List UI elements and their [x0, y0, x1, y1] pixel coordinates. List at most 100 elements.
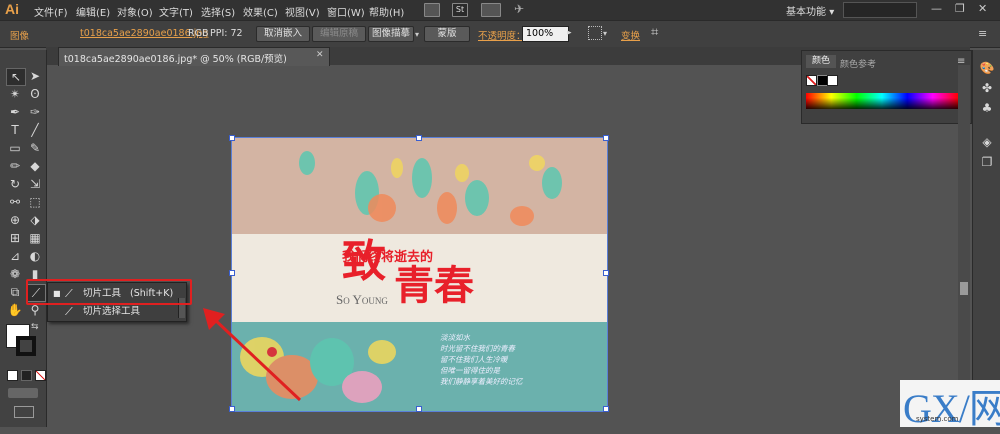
- artboards-panel-icon[interactable]: ❐: [978, 154, 996, 170]
- scale-tool-icon[interactable]: ⇲: [26, 176, 44, 192]
- magic-wand-tool-icon[interactable]: ✴: [6, 86, 24, 102]
- artwork-english-title: So Young: [336, 292, 388, 307]
- menu-file[interactable]: 文件(F): [34, 4, 68, 19]
- menu-object[interactable]: 对象(O): [117, 4, 153, 19]
- poem-line: 淡淡如水: [440, 333, 470, 342]
- arrange-documents-icon[interactable]: [481, 3, 501, 17]
- trace-preset-chevron-icon[interactable]: ▾: [415, 30, 419, 39]
- hand-tool-icon[interactable]: ✋: [6, 302, 24, 318]
- selection-handle[interactable]: [603, 270, 609, 276]
- image-trace-button[interactable]: 图像描摹: [368, 26, 414, 42]
- workspace-switcher[interactable]: 基本功能 ▾: [786, 3, 834, 18]
- paintbrush-tool-icon[interactable]: ✎: [26, 140, 44, 156]
- color-spectrum-shade: [806, 93, 958, 109]
- collapsed-panel-strip: 🎨 ✤ ♣ ◈ ❐: [972, 50, 1000, 427]
- menu-help[interactable]: 帮助(H): [369, 4, 404, 19]
- menu-window[interactable]: 窗口(W): [327, 4, 365, 19]
- menu-view[interactable]: 视图(V): [285, 4, 320, 19]
- scrollbar-thumb[interactable]: [960, 282, 968, 295]
- close-button[interactable]: ✕: [978, 2, 987, 15]
- bridge-icon[interactable]: [424, 3, 440, 17]
- selection-handle[interactable]: [229, 270, 235, 276]
- rectangle-tool-icon[interactable]: ▭: [6, 140, 24, 156]
- tab-color-guide[interactable]: 颜色参考: [840, 57, 876, 70]
- align-chevron-icon[interactable]: ▾: [603, 29, 607, 38]
- toolbox: ↖ ➤ ✴ ʘ ✒ ✑ T ╱ ▭ ✎ ✏ ◆ ↻ ⇲ ⚯ ⬚ ⊕ ⬗ ⊞ ▦ …: [0, 50, 47, 427]
- selection-tool-icon[interactable]: ↖: [6, 68, 26, 86]
- opacity-input[interactable]: 100%: [522, 26, 569, 42]
- color-panel-icon[interactable]: 🎨: [978, 60, 996, 76]
- perspective-grid-tool-icon[interactable]: ⊞: [6, 230, 24, 246]
- live-paint-tool-icon[interactable]: ⬗: [26, 212, 44, 228]
- white-swatch[interactable]: [827, 75, 838, 86]
- gpu-performance-icon[interactable]: ✈: [514, 2, 524, 16]
- rotate-tool-icon[interactable]: ↻: [6, 176, 24, 192]
- artwork-headline-big: 青春: [394, 263, 474, 309]
- stock-icon[interactable]: St: [452, 3, 468, 17]
- poem-line: 留不住我们人生冷暖: [440, 355, 508, 364]
- type-tool-icon[interactable]: T: [6, 122, 24, 138]
- transform-link[interactable]: 变换: [621, 28, 640, 42]
- direct-selection-tool-icon[interactable]: ➤: [26, 68, 44, 84]
- brushes-panel-icon[interactable]: ✤: [978, 80, 996, 96]
- layers-panel-icon[interactable]: ◈: [978, 134, 996, 150]
- artboard-tool-icon[interactable]: ⧉: [6, 284, 24, 300]
- selection-handle[interactable]: [603, 135, 609, 141]
- blend-tool-icon[interactable]: ◐: [26, 248, 44, 264]
- mesh-tool-icon[interactable]: ▦: [26, 230, 44, 246]
- menu-effect[interactable]: 效果(C): [243, 4, 278, 19]
- opacity-label[interactable]: 不透明度：: [478, 28, 526, 42]
- chevron-down-icon: ▾: [829, 7, 835, 18]
- drawing-mode-icon[interactable]: [8, 388, 38, 398]
- color-mode-icon[interactable]: [7, 370, 18, 381]
- curvature-tool-icon[interactable]: ✑: [26, 104, 44, 120]
- selection-handle[interactable]: [603, 406, 609, 412]
- pen-tool-icon[interactable]: ✒: [6, 104, 24, 120]
- restore-button[interactable]: ❐: [955, 2, 965, 15]
- artwork-poem: 淡淡如水 时光留不住我们的青春 留不住我们人生冷暖 但唯一留得住的是 我们静静享…: [440, 332, 523, 387]
- menu-select[interactable]: 选择(S): [201, 4, 235, 19]
- eraser-tool-icon[interactable]: ◆: [26, 158, 44, 174]
- eyedropper-tool-icon[interactable]: ⊿: [6, 248, 24, 264]
- isolate-icon[interactable]: ⌗: [651, 25, 658, 40]
- stroke-swatch[interactable]: [16, 336, 36, 356]
- line-tool-icon[interactable]: ╱: [26, 122, 44, 138]
- free-transform-tool-icon[interactable]: ⬚: [26, 194, 44, 210]
- ppi-label: PPI: 72: [210, 28, 243, 39]
- symbol-sprayer-tool-icon[interactable]: ❁: [6, 266, 24, 282]
- screen-mode-icon[interactable]: [14, 406, 34, 418]
- control-bar: 图像 t018ca5ae2890ae0186.jpg RGB PPI: 72 取…: [0, 20, 1000, 48]
- dancer-silhouettes: [299, 151, 562, 226]
- flyout-item-label: 切片选择工具: [83, 306, 141, 317]
- search-input[interactable]: [843, 2, 917, 18]
- menu-type[interactable]: 文字(T): [159, 4, 193, 19]
- highlight-box: [26, 279, 192, 305]
- flyout-item-slice-select-tool[interactable]: ⟋ 切片选择工具: [48, 303, 184, 320]
- swap-fill-stroke-icon[interactable]: ⇆: [31, 322, 39, 332]
- tab-color[interactable]: 颜色: [806, 55, 836, 68]
- opacity-arrow-icon[interactable]: ▸: [567, 28, 572, 38]
- color-mode-label: RGB: [188, 28, 209, 39]
- width-tool-icon[interactable]: ⚯: [6, 194, 24, 210]
- shape-builder-tool-icon[interactable]: ⊕: [6, 212, 24, 228]
- none-mode-icon[interactable]: [35, 370, 46, 381]
- pencil-tool-icon[interactable]: ✏: [6, 158, 24, 174]
- poem-line: 时光留不住我们的青春: [440, 344, 515, 353]
- poem-line: 我们静静享着美好的记忆: [440, 377, 523, 386]
- gradient-mode-icon[interactable]: [21, 370, 32, 381]
- close-tab-icon[interactable]: ✕: [316, 50, 324, 60]
- symbols-panel-icon[interactable]: ♣: [978, 100, 996, 116]
- menu-edit[interactable]: 编辑(E): [76, 4, 110, 19]
- vertical-scrollbar[interactable]: [958, 65, 970, 427]
- edit-original-button[interactable]: 编辑原稿: [312, 26, 366, 42]
- panel-menu-icon[interactable]: ≡: [978, 27, 987, 40]
- selection-handle[interactable]: [416, 406, 422, 412]
- selection-handle[interactable]: [229, 135, 235, 141]
- unembed-button[interactable]: 取消嵌入: [256, 26, 310, 42]
- align-grid-icon[interactable]: [588, 26, 602, 40]
- none-swatch[interactable]: [806, 75, 817, 86]
- mask-button[interactable]: 蒙版: [424, 26, 470, 42]
- lasso-tool-icon[interactable]: ʘ: [26, 86, 44, 102]
- minimize-button[interactable]: —: [931, 2, 942, 15]
- selection-handle[interactable]: [416, 135, 422, 141]
